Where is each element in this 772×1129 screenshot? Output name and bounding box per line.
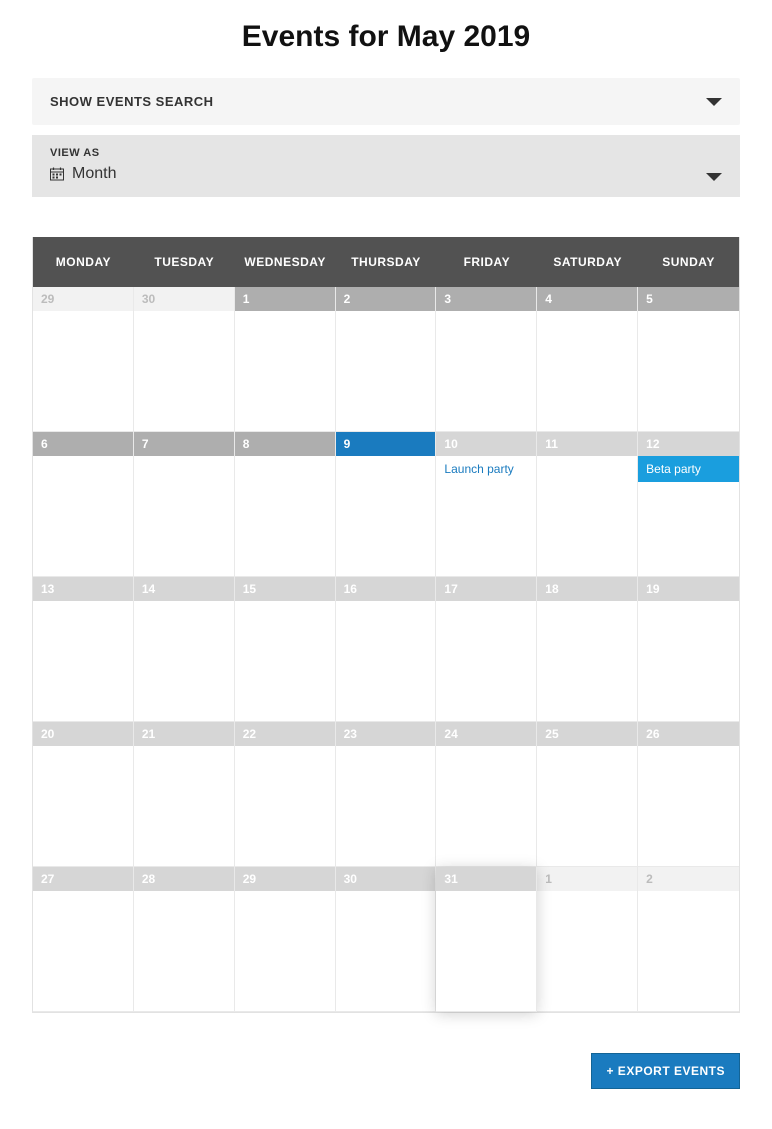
day-cell[interactable]: 15 bbox=[235, 577, 336, 722]
day-cell[interactable]: 8 bbox=[235, 432, 336, 577]
caret-down-icon bbox=[706, 173, 722, 181]
day-cell[interactable]: 21 bbox=[134, 722, 235, 867]
day-number: 24 bbox=[436, 722, 536, 746]
day-cell[interactable]: 4 bbox=[537, 287, 638, 432]
day-cell[interactable]: 3 bbox=[436, 287, 537, 432]
day-cell[interactable]: 14 bbox=[134, 577, 235, 722]
day-cell[interactable]: 23 bbox=[336, 722, 437, 867]
day-number: 7 bbox=[134, 432, 234, 456]
day-cell[interactable]: 10Launch party bbox=[436, 432, 537, 577]
day-cell[interactable]: 18 bbox=[537, 577, 638, 722]
day-number: 8 bbox=[235, 432, 335, 456]
weekday-header: MONDAY bbox=[33, 237, 134, 287]
day-number: 3 bbox=[436, 287, 536, 311]
day-number: 29 bbox=[33, 287, 133, 311]
day-number: 23 bbox=[336, 722, 436, 746]
calendar-event[interactable]: Launch party bbox=[436, 456, 536, 482]
day-cell[interactable]: 30 bbox=[134, 287, 235, 432]
day-cell[interactable]: 25 bbox=[537, 722, 638, 867]
day-number: 29 bbox=[235, 867, 335, 891]
day-number: 22 bbox=[235, 722, 335, 746]
weekday-header: SUNDAY bbox=[638, 237, 739, 287]
weekday-header: WEDNESDAY bbox=[235, 237, 336, 287]
day-cell[interactable]: 17 bbox=[436, 577, 537, 722]
day-number: 20 bbox=[33, 722, 133, 746]
day-cell[interactable]: 22 bbox=[235, 722, 336, 867]
day-cell[interactable]: 30 bbox=[336, 867, 437, 1012]
day-number: 31 bbox=[436, 867, 536, 891]
day-cell[interactable]: 9 bbox=[336, 432, 437, 577]
day-number: 15 bbox=[235, 577, 335, 601]
events-search-label: SHOW EVENTS SEARCH bbox=[50, 94, 214, 109]
day-number: 5 bbox=[638, 287, 739, 311]
day-number: 11 bbox=[537, 432, 637, 456]
weekday-header: FRIDAY bbox=[436, 237, 537, 287]
day-cell[interactable]: 11 bbox=[537, 432, 638, 577]
caret-down-icon bbox=[706, 98, 722, 106]
day-number: 19 bbox=[638, 577, 739, 601]
page-title: Events for May 2019 bbox=[32, 20, 740, 54]
day-cell[interactable]: 13 bbox=[33, 577, 134, 722]
weekday-header: SATURDAY bbox=[537, 237, 638, 287]
view-as-label: VIEW AS bbox=[50, 147, 722, 159]
day-cell[interactable]: 31 bbox=[436, 867, 537, 1012]
day-cell[interactable]: 24 bbox=[436, 722, 537, 867]
calendar-header-row: MONDAYTUESDAYWEDNESDAYTHURSDAYFRIDAYSATU… bbox=[33, 237, 739, 287]
day-cell[interactable]: 1 bbox=[537, 867, 638, 1012]
day-cell[interactable]: 16 bbox=[336, 577, 437, 722]
day-number: 27 bbox=[33, 867, 133, 891]
day-number: 26 bbox=[638, 722, 739, 746]
day-number: 28 bbox=[134, 867, 234, 891]
day-number: 4 bbox=[537, 287, 637, 311]
day-cell[interactable]: 20 bbox=[33, 722, 134, 867]
day-number: 14 bbox=[134, 577, 234, 601]
day-cell[interactable]: 28 bbox=[134, 867, 235, 1012]
day-number: 1 bbox=[537, 867, 637, 891]
day-number: 21 bbox=[134, 722, 234, 746]
calendar-icon bbox=[50, 167, 64, 181]
day-cell[interactable]: 5 bbox=[638, 287, 739, 432]
day-number: 30 bbox=[336, 867, 436, 891]
export-events-button[interactable]: + EXPORT EVENTS bbox=[591, 1053, 740, 1089]
weekday-header: THURSDAY bbox=[336, 237, 437, 287]
calendar-grid: MONDAYTUESDAYWEDNESDAYTHURSDAYFRIDAYSATU… bbox=[32, 237, 740, 1013]
day-number: 2 bbox=[638, 867, 739, 891]
view-as-selector[interactable]: VIEW AS Month bbox=[32, 135, 740, 197]
day-cell[interactable]: 29 bbox=[235, 867, 336, 1012]
day-cell[interactable]: 12Beta party bbox=[638, 432, 739, 577]
day-cell[interactable]: 2 bbox=[336, 287, 437, 432]
day-cell[interactable]: 7 bbox=[134, 432, 235, 577]
day-number: 25 bbox=[537, 722, 637, 746]
events-search-toggle[interactable]: SHOW EVENTS SEARCH bbox=[32, 78, 740, 125]
calendar-body: 293012345678910Launch party1112Beta part… bbox=[33, 287, 739, 1012]
day-cell[interactable]: 19 bbox=[638, 577, 739, 722]
day-number: 13 bbox=[33, 577, 133, 601]
day-cell[interactable]: 26 bbox=[638, 722, 739, 867]
day-number: 9 bbox=[336, 432, 436, 456]
day-number: 16 bbox=[336, 577, 436, 601]
day-number: 1 bbox=[235, 287, 335, 311]
day-number: 6 bbox=[33, 432, 133, 456]
weekday-header: TUESDAY bbox=[134, 237, 235, 287]
day-number: 17 bbox=[436, 577, 536, 601]
day-number: 18 bbox=[537, 577, 637, 601]
day-number: 30 bbox=[134, 287, 234, 311]
day-number: 12 bbox=[638, 432, 739, 456]
day-cell[interactable]: 27 bbox=[33, 867, 134, 1012]
day-cell[interactable]: 2 bbox=[638, 867, 739, 1012]
day-number: 10 bbox=[436, 432, 536, 456]
view-as-value: Month bbox=[72, 165, 116, 183]
day-cell[interactable]: 6 bbox=[33, 432, 134, 577]
day-cell[interactable]: 1 bbox=[235, 287, 336, 432]
day-cell[interactable]: 29 bbox=[33, 287, 134, 432]
day-number: 2 bbox=[336, 287, 436, 311]
calendar-event[interactable]: Beta party bbox=[638, 456, 739, 482]
